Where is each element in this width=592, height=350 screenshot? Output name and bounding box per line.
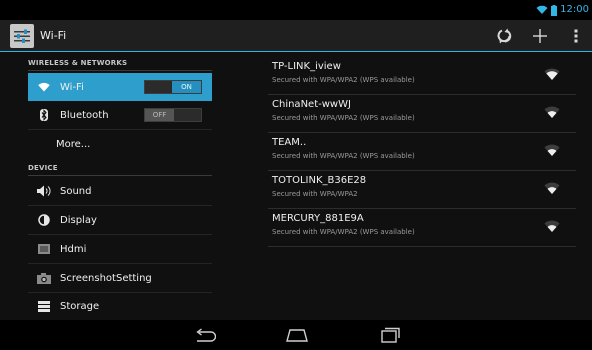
- wps-icon: [497, 28, 512, 44]
- action-bar: Wi-Fi: [0, 20, 592, 52]
- network-security: Secured with WPA/WPA2 (WPS available): [272, 152, 415, 160]
- network-item[interactable]: TEAM.. Secured with WPA/WPA2 (WPS availa…: [268, 132, 576, 170]
- network-name: TOTOLINK_B36E28: [272, 175, 367, 186]
- add-network-button[interactable]: [528, 24, 552, 48]
- network-security: Secured with WPA/WPA2 (WPS available): [272, 228, 415, 236]
- sidebar-item-label: Hdmi: [60, 243, 87, 255]
- wifi-icon: [36, 79, 52, 95]
- sidebar-item-more[interactable]: More...: [28, 130, 212, 158]
- sidebar-item-label: Bluetooth: [60, 109, 109, 121]
- sidebar-item-label: Wi-Fi: [60, 81, 84, 93]
- network-item[interactable]: TP-LINK_iview Secured with WPA/WPA2 (WPS…: [268, 56, 576, 94]
- wifi-toggle-state: ON: [172, 81, 201, 93]
- section-header-wireless: WIRELESS & NETWORKS: [28, 59, 128, 67]
- recent-apps-icon: [381, 327, 400, 343]
- sidebar-item-display[interactable]: Display: [28, 206, 212, 234]
- settings-app-icon[interactable]: [10, 24, 34, 48]
- network-item[interactable]: TOTOLINK_B36E28 Secured with WPA/WPA2: [268, 170, 576, 208]
- section-divider: [28, 175, 212, 176]
- sidebar-item-screenshot[interactable]: ScreenshotSetting: [28, 264, 212, 292]
- battery-icon: [551, 4, 558, 16]
- network-item[interactable]: MERCURY_881E9A Secured with WPA/WPA2 (WP…: [268, 208, 576, 246]
- storage-icon: [36, 298, 52, 314]
- bluetooth-toggle[interactable]: OFF: [144, 108, 202, 122]
- home-icon: [286, 329, 308, 342]
- wifi-signal-icon: [544, 68, 560, 80]
- sidebar-item-label: More...: [56, 138, 91, 150]
- wifi-status-icon: [536, 5, 548, 14]
- home-button[interactable]: [283, 325, 311, 345]
- wifi-toggle[interactable]: ON: [144, 80, 202, 94]
- system-navigation-bar: [0, 320, 592, 350]
- sidebar-item-label: ScreenshotSetting: [60, 272, 152, 284]
- back-button[interactable]: [191, 325, 219, 345]
- network-security: Secured with WPA/WPA2 (WPS available): [272, 76, 415, 84]
- network-security: Secured with WPA/WPA2: [272, 190, 358, 198]
- network-security: Secured with WPA/WPA2 (WPS available): [272, 114, 415, 122]
- sidebar-item-sound[interactable]: Sound: [28, 177, 212, 205]
- sidebar-item-storage[interactable]: Storage: [28, 292, 212, 320]
- overflow-menu-button[interactable]: [564, 24, 588, 48]
- wps-button[interactable]: [492, 24, 516, 48]
- sidebar-item-hdmi[interactable]: Hdmi: [28, 235, 212, 263]
- network-name: TEAM..: [272, 137, 307, 148]
- network-divider: [268, 246, 576, 247]
- section-divider: [28, 70, 212, 71]
- settings-sidebar: WIRELESS & NETWORKS Wi-Fi ON Bluetooth O…: [0, 53, 224, 320]
- overflow-menu-icon: [574, 29, 578, 43]
- wifi-network-list: TP-LINK_iview Secured with WPA/WPA2 (WPS…: [224, 53, 592, 320]
- wifi-signal-icon: [544, 182, 560, 194]
- sidebar-item-label: Storage: [60, 300, 100, 312]
- recent-apps-button[interactable]: [376, 325, 404, 345]
- camera-icon: [36, 270, 52, 286]
- network-name: MERCURY_881E9A: [272, 213, 364, 224]
- add-network-icon: [533, 29, 547, 43]
- network-name: TP-LINK_iview: [272, 61, 341, 72]
- sidebar-item-label: Sound: [60, 185, 92, 197]
- wifi-signal-icon: [544, 144, 560, 156]
- brightness-icon: [36, 212, 52, 228]
- status-time: 12:00: [560, 4, 589, 15]
- hdmi-icon: [36, 241, 52, 257]
- page-title: Wi-Fi: [40, 29, 67, 42]
- back-icon: [196, 328, 216, 342]
- status-bar: 12:00: [0, 0, 592, 20]
- bluetooth-icon: [36, 107, 52, 123]
- bluetooth-toggle-state: OFF: [145, 109, 174, 121]
- speaker-icon: [36, 183, 52, 199]
- section-header-device: DEVICE: [28, 164, 58, 172]
- wifi-signal-icon: [544, 220, 560, 232]
- wifi-signal-icon: [544, 106, 560, 118]
- network-item[interactable]: ChinaNet-wwWJ Secured with WPA/WPA2 (WPS…: [268, 94, 576, 132]
- sidebar-item-label: Display: [60, 214, 97, 226]
- status-indicators: 12:00: [536, 3, 589, 17]
- network-name: ChinaNet-wwWJ: [272, 99, 351, 110]
